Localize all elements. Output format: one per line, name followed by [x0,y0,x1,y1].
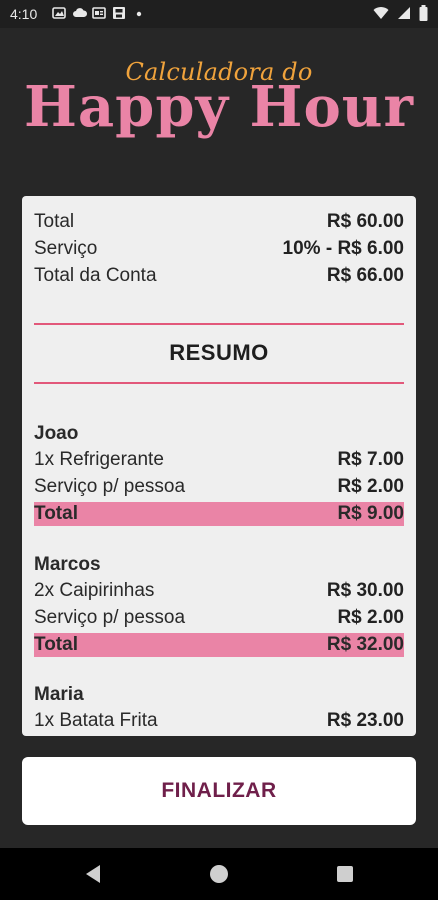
item-value: R$ 7.00 [337,449,404,470]
divider-bottom [34,382,404,384]
total-row: Total R$ 60.00 [34,209,404,235]
person-item-row: 1x Batata Frita R$ 23.00 [34,708,404,734]
person-total-row: Total R$ 9.00 [34,502,404,526]
person-item-row: 1x Refrigerante R$ 7.00 [34,447,404,473]
signal-icon [397,6,411,23]
item-value: R$ 23.00 [326,710,404,731]
finalize-button[interactable]: FINALIZAR [22,757,416,825]
save-icon [112,6,126,20]
person-item-row: 2x Caipirinhas R$ 30.00 [34,578,404,604]
person-name: Joao [34,423,79,444]
item-value: R$ 2.00 [337,476,404,497]
summary-card[interactable]: Total R$ 60.00 Serviço 10% - R$ 6.00 Tot… [22,196,416,736]
person-total-value: R$ 9.00 [337,503,404,524]
back-icon[interactable] [84,864,102,889]
bill-total-value: R$ 66.00 [326,265,404,286]
total-value: R$ 60.00 [326,211,404,232]
person-name: Marcos [34,554,101,575]
resumo-heading: RESUMO [169,340,269,365]
dot-icon [132,6,146,20]
person-name: Maria [34,684,84,705]
wifi-icon [373,6,389,23]
person-total-row: Total R$ 32.00 [34,633,404,657]
item-label: 1x Batata Frita [34,710,158,731]
status-time: 4:10 [10,6,38,22]
item-value: R$ 30.00 [326,580,404,601]
item-label: 1x Refrigerante [34,449,164,470]
bill-total-row: Total da Conta R$ 66.00 [34,263,404,289]
service-row: Serviço 10% - R$ 6.00 [34,236,404,262]
total-label: Total [34,211,75,232]
item-label: Serviço p/ pessoa [34,476,186,497]
divider-top [34,323,404,325]
recents-icon[interactable] [337,866,353,882]
cloud-icon [72,6,88,20]
item-label: Serviço p/ pessoa [34,607,186,628]
person-total-value: R$ 32.00 [326,634,404,655]
app-title: Happy Hour [23,74,415,140]
status-bar: 4:10 [0,0,438,28]
gallery-icon [52,6,66,20]
person-service-row: Serviço p/ pessoa R$ 2.00 [34,605,404,631]
battery-icon [419,5,428,24]
item-label: 2x Caipirinhas [34,580,155,601]
person-total-label: Total [34,634,78,655]
service-value: 10% - R$ 6.00 [282,238,404,259]
person-service-row: Serviço p/ pessoa R$ 2.00 [34,474,404,500]
person-total-label: Total [34,503,78,524]
home-icon[interactable] [210,865,228,883]
news-icon [92,6,106,20]
service-label: Serviço [34,238,98,259]
bill-total-label: Total da Conta [34,265,157,286]
system-nav-bar [0,848,438,900]
item-value: R$ 2.00 [337,607,404,628]
